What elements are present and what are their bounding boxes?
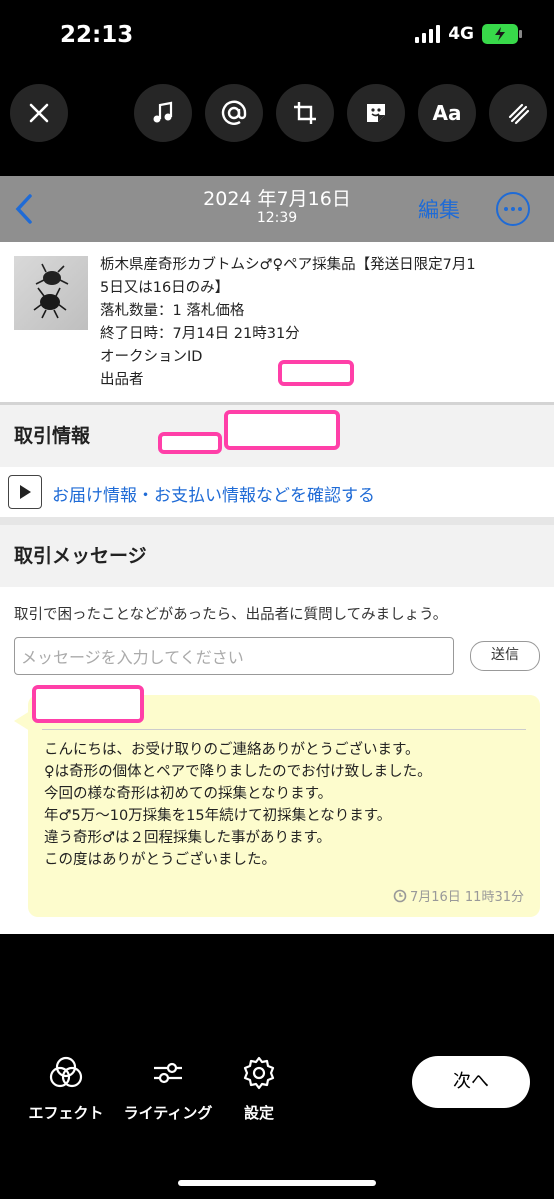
status-bar: 22:13 4G <box>0 0 554 70</box>
help-text: 取引で困ったことなどがあったら、出品者に質問してみましょう。 <box>14 607 448 623</box>
play-icon[interactable] <box>8 475 42 509</box>
lighting-label: ライティング <box>123 1104 213 1122</box>
quantity-price-label: 落札数量：1 落札価格 <box>100 303 245 319</box>
editor-toolbar: Aa <box>0 84 554 144</box>
settings-label: 設定 <box>243 1104 274 1122</box>
item-title-line2[interactable]: 5日又は16日のみ】 <box>100 277 540 300</box>
message-line: ♀は奇形の個体とペアで降りましたのでお付け致しました。 <box>44 764 432 780</box>
trade-message-section: 取引で困ったことなどがあったら、出品者に質問してみましょう。 メッセージを入力し… <box>0 587 554 921</box>
status-indicators: 4G <box>415 24 522 44</box>
next-button[interactable]: 次へ <box>412 1056 530 1108</box>
lighting-button[interactable]: ライティング <box>116 1054 220 1123</box>
item-thumbnail[interactable] <box>14 256 88 330</box>
status-time: 22:13 <box>60 22 134 48</box>
settings-button[interactable]: 設定 <box>236 1054 282 1123</box>
home-indicator <box>178 1180 376 1186</box>
gear-icon <box>243 1056 275 1090</box>
signal-icon <box>415 25 441 43</box>
effect-button[interactable]: エフェクト <box>22 1054 110 1123</box>
message-line: 年♂5万〜10万採集を15年続けて初採集となります。 <box>44 808 392 824</box>
trade-info-row[interactable]: お届け情報・お支払い情報などを確認する <box>0 467 554 525</box>
send-button[interactable]: 送信 <box>470 641 540 671</box>
redaction-price <box>278 360 354 386</box>
message-line: 今回の様な奇形は初めての採集となります。 <box>44 786 333 802</box>
message-input[interactable]: メッセージを入力してください <box>14 637 454 675</box>
draw-icon[interactable] <box>489 84 547 142</box>
sticker-icon[interactable] <box>347 84 405 142</box>
message-line: 違う奇形♂は２回程採集した事があります。 <box>44 830 332 846</box>
crop-icon[interactable] <box>276 84 334 142</box>
redaction-auction-id <box>224 410 340 450</box>
battery-icon <box>482 24 522 44</box>
mention-icon[interactable] <box>205 84 263 142</box>
redaction-seller <box>158 432 222 454</box>
end-time-label: 終了日時：7月14日 21時31分 <box>100 326 300 342</box>
message-time: 7月16日 11時31分 <box>393 886 524 905</box>
effect-icon <box>49 1056 83 1088</box>
message-body: こんにちは、お受け取りのご連絡ありがとうございます。 ♀は奇形の個体とペアで降り… <box>44 739 432 871</box>
text-icon[interactable]: Aa <box>418 84 476 142</box>
message-time-text: 7月16日 11時31分 <box>409 890 524 905</box>
bubble-divider <box>42 729 526 730</box>
sliders-icon <box>154 1062 182 1084</box>
item-title-line1[interactable]: 栃木県産奇形カブトムシ♂♀ペア採集品【発送日限定7月1 <box>100 254 540 277</box>
clock-icon <box>393 889 407 902</box>
app-nav-bar: 2024 年7月16日 12:39 編集 <box>0 176 554 242</box>
message-line: この度はありがとうございました。 <box>44 852 276 868</box>
auction-item: 栃木県産奇形カブトムシ♂♀ペア採集品【発送日限定7月1 5日又は16日のみ】 落… <box>0 242 554 454</box>
close-icon[interactable] <box>10 84 68 142</box>
edit-button[interactable]: 編集 <box>418 194 460 224</box>
nav-time: 12:39 <box>256 210 298 226</box>
more-icon[interactable] <box>496 192 530 226</box>
redaction-sender <box>32 685 144 723</box>
seller-message-bubble: こんにちは、お受け取りのご連絡ありがとうございます。 ♀は奇形の個体とペアで降り… <box>28 685 540 917</box>
effect-label: エフェクト <box>28 1104 104 1122</box>
bottom-toolbar: エフェクト ライティング 設定 次へ <box>0 1040 554 1160</box>
message-line: こんにちは、お受け取りのご連絡ありがとうございます。 <box>44 742 420 758</box>
music-icon[interactable] <box>134 84 192 142</box>
screenshot-canvas: 2024 年7月16日 12:39 編集 栃木県産奇形カブトムシ♂♀ペア採集品【… <box>0 176 554 934</box>
trade-message-heading: 取引メッセージ <box>0 525 554 587</box>
delivery-payment-link[interactable]: お届け情報・お支払い情報などを確認する <box>52 481 375 506</box>
network-label: 4G <box>448 24 474 44</box>
nav-date: 2024 年7月16日 <box>203 188 351 210</box>
